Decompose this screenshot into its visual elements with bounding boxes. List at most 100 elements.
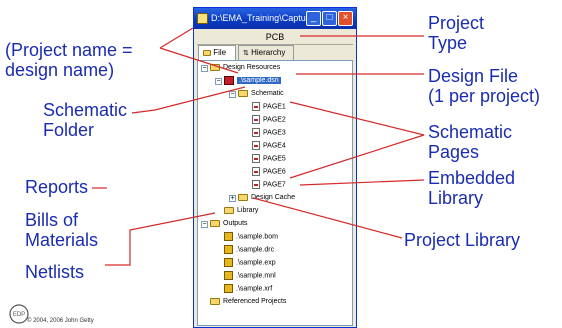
- tree-label: .\sample.dsn: [237, 77, 281, 85]
- project-tree[interactable]: − Design Resources − .\sample.dsn − Sche…: [197, 60, 353, 326]
- embedded-library-line2: Library: [428, 188, 484, 208]
- tree-page[interactable]: PAGE5: [252, 154, 286, 164]
- collapse-icon[interactable]: −: [201, 221, 208, 228]
- logo-text: EDP: [13, 312, 25, 318]
- page-icon: [252, 167, 260, 176]
- reports-label: Reports: [25, 177, 89, 197]
- page-icon: [252, 154, 260, 163]
- tree-page[interactable]: PAGE3: [252, 128, 286, 138]
- page-icon: [252, 180, 260, 189]
- project-name-line2: design name): [5, 60, 115, 80]
- bom-label: Bills of Materials: [25, 210, 98, 250]
- hierarchy-icon: ⇅: [243, 50, 249, 57]
- tree-design-resources[interactable]: Design Resources: [210, 63, 280, 73]
- project-type-line2: Type: [428, 33, 468, 53]
- tree-page[interactable]: PAGE6: [252, 167, 286, 177]
- folder-icon: [210, 63, 220, 71]
- embedded-library-label: Embedded Library: [428, 168, 515, 208]
- leader-project-name: [159, 27, 194, 49]
- output-file-icon: [224, 232, 233, 241]
- tree-label: PAGE7: [263, 181, 286, 189]
- page-icon: [252, 141, 260, 150]
- tree-design-file[interactable]: .\sample.dsn: [224, 76, 281, 86]
- folder-icon: [210, 297, 220, 305]
- app-icon: [197, 13, 208, 24]
- tree-schematic[interactable]: Schematic: [238, 89, 284, 99]
- folder-icon: [203, 49, 211, 56]
- tree-referenced-projects[interactable]: Referenced Projects: [210, 297, 286, 307]
- design-file-icon: [224, 76, 234, 85]
- tree-design-cache[interactable]: Design Cache: [238, 193, 295, 203]
- folder-icon: [210, 219, 220, 227]
- output-file-icon: [224, 245, 233, 254]
- tree-label: Design Resources: [223, 64, 281, 71]
- tree-label: Outputs: [223, 220, 248, 227]
- collapse-icon[interactable]: −: [201, 65, 208, 72]
- copyright-text: © 2004, 2006 John Getty: [27, 318, 94, 324]
- page-icon: [252, 115, 260, 124]
- expand-icon[interactable]: +: [229, 195, 236, 202]
- schematic-folder-line2: Folder: [43, 120, 95, 140]
- schematic-pages-line1: Schematic: [428, 122, 513, 142]
- tree-output-file[interactable]: .\sample.xrf: [224, 284, 272, 294]
- tree-label: .\sample.xrf: [236, 285, 273, 293]
- tree-label: PAGE5: [263, 155, 286, 163]
- tree-label: PAGE6: [263, 168, 286, 176]
- maximize-icon[interactable]: □: [322, 11, 337, 26]
- tab-file[interactable]: File: [198, 45, 236, 60]
- bom-line2: Materials: [25, 230, 99, 250]
- tree-label: .\sample.mnl: [236, 272, 276, 280]
- design-file-line1: Design File: [428, 66, 519, 86]
- design-file-label: Design File (1 per project): [428, 66, 540, 106]
- tree-label: Design Cache: [251, 194, 295, 201]
- tree-label: PAGE3: [263, 129, 286, 137]
- tree-label: PAGE2: [263, 116, 286, 124]
- output-file-icon: [224, 284, 233, 293]
- schematic-pages-line2: Pages: [428, 142, 480, 162]
- tree-label: Schematic: [251, 90, 284, 97]
- folder-icon: [238, 193, 248, 201]
- project-library-label: Project Library: [404, 230, 521, 250]
- project-manager-window[interactable]: D:\EMA_Training\Capture\... _ □ × PCB Fi…: [193, 7, 357, 328]
- collapse-icon[interactable]: −: [229, 91, 236, 98]
- tree-output-file[interactable]: .\sample.mnl: [224, 271, 276, 281]
- project-name-line1: (Project name =: [5, 40, 133, 60]
- tree-label: .\sample.drc: [236, 246, 275, 254]
- tree-label: PAGE4: [263, 142, 286, 150]
- tree-library[interactable]: Library: [224, 206, 258, 216]
- tree-label: Library: [237, 207, 259, 214]
- output-file-icon: [224, 271, 233, 280]
- minimize-icon[interactable]: _: [306, 11, 321, 26]
- tree-outputs[interactable]: Outputs: [210, 219, 248, 229]
- bom-line1: Bills of: [25, 210, 79, 230]
- embedded-library-line1: Embedded: [428, 168, 516, 188]
- netlists-label: Netlists: [25, 262, 85, 282]
- tree-page[interactable]: PAGE4: [252, 141, 286, 151]
- schematic-folder-label: Schematic Folder: [43, 100, 127, 140]
- collapse-icon[interactable]: −: [215, 78, 222, 85]
- tree-label: PAGE1: [263, 103, 286, 111]
- tab-file-label: File: [213, 48, 227, 57]
- tree-output-file[interactable]: .\sample.drc: [224, 245, 274, 255]
- tree-label: Referenced Projects: [223, 298, 287, 305]
- window-titlebar[interactable]: D:\EMA_Training\Capture\... _ □ ×: [194, 8, 356, 29]
- project-type-line1: Project: [428, 13, 485, 33]
- tab-hierarchy[interactable]: ⇅ Hierarchy: [238, 45, 294, 60]
- tree-label: .\sample.exp: [236, 259, 276, 267]
- tab-hierarchy-label: Hierarchy: [251, 48, 286, 57]
- folder-icon: [224, 206, 234, 214]
- output-file-icon: [224, 258, 233, 267]
- schematic-pages-label: Schematic Pages: [428, 122, 512, 162]
- page-icon: [252, 128, 260, 137]
- project-name-label: (Project name = design name): [5, 40, 133, 80]
- design-file-line2: (1 per project): [428, 86, 541, 106]
- tree-page[interactable]: PAGE1: [252, 102, 286, 112]
- folder-icon: [238, 89, 248, 97]
- tree-output-file[interactable]: .\sample.bom: [224, 232, 278, 242]
- tree-output-file[interactable]: .\sample.exp: [224, 258, 276, 268]
- tree-page[interactable]: PAGE2: [252, 115, 286, 125]
- tree-page[interactable]: PAGE7: [252, 180, 286, 190]
- close-icon[interactable]: ×: [338, 11, 353, 26]
- schematic-folder-line1: Schematic: [43, 100, 128, 120]
- project-type-bar: PCB: [197, 30, 353, 45]
